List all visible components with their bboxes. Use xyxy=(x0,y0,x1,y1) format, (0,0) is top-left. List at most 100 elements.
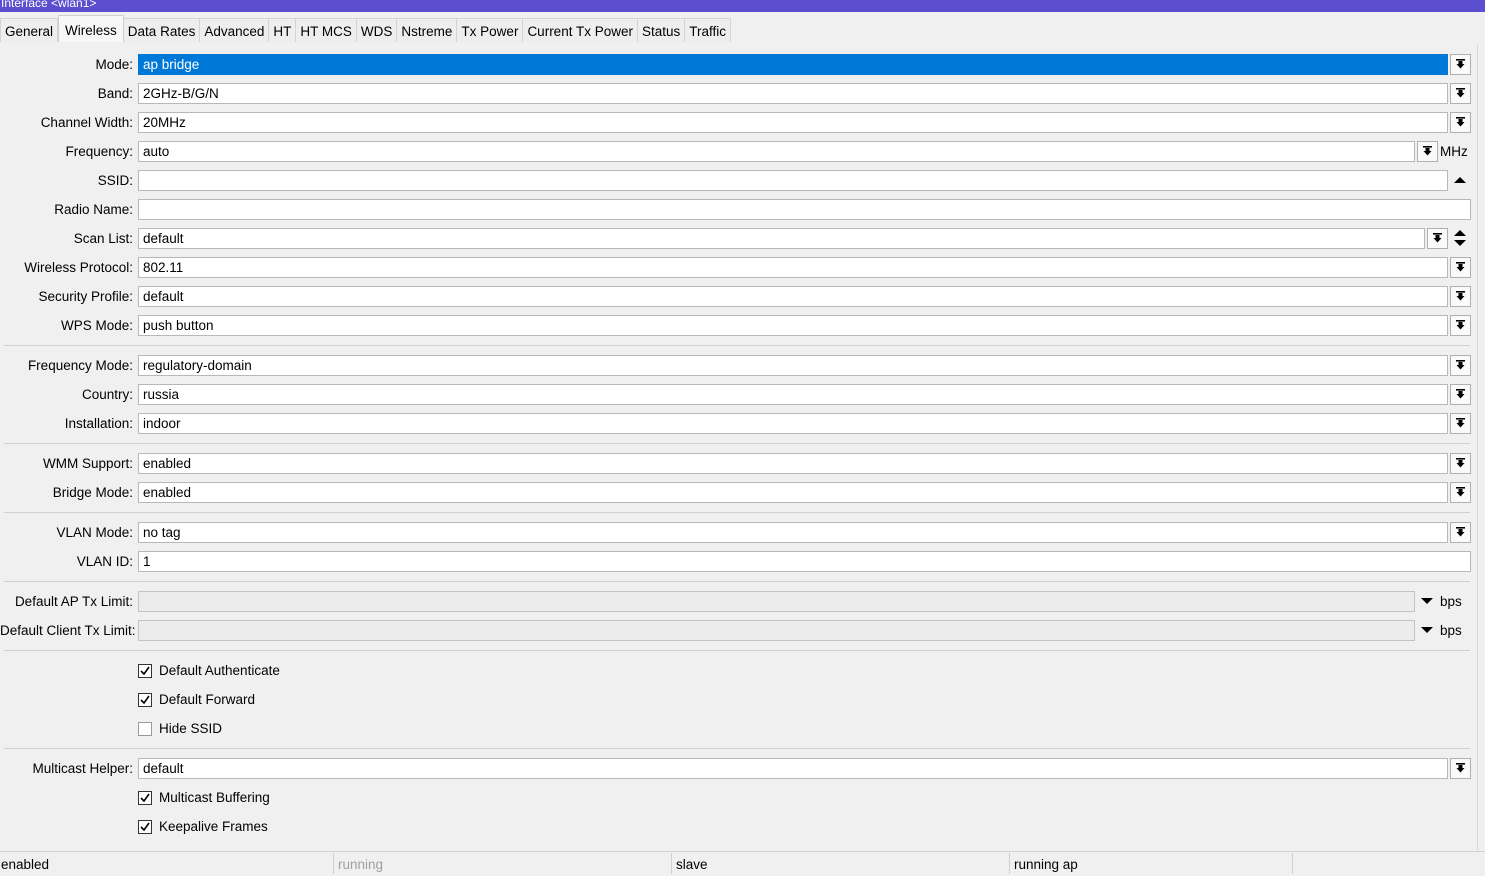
default-client-tx-limit-unit: bps xyxy=(1440,623,1462,638)
wireless-protocol-dropdown-button[interactable] xyxy=(1450,257,1471,278)
hide-ssid-label: Hide SSID xyxy=(159,721,223,736)
tab-nstreme[interactable]: Nstreme xyxy=(397,18,458,42)
frequency-select[interactable]: auto xyxy=(138,141,1415,162)
bridge-mode-dropdown-button[interactable] xyxy=(1450,482,1471,503)
section-divider xyxy=(4,748,1470,749)
multicast-buffering-checkbox[interactable]: Multicast Buffering xyxy=(138,787,270,808)
band-select[interactable]: 2GHz-B/G/N xyxy=(138,83,1448,104)
add-remove-updown-icon[interactable] xyxy=(1454,229,1466,247)
wireless-protocol-select[interactable]: 802.11 xyxy=(138,257,1448,278)
ssid-label: SSID: xyxy=(97,173,133,188)
checkmark-icon xyxy=(140,793,150,802)
default-client-tx-limit-label: Default Client Tx Limit: xyxy=(0,623,136,638)
wmm-support-label: WMM Support: xyxy=(42,456,133,471)
vlan-id-input[interactable]: 1 xyxy=(138,551,1471,572)
frequency-mode-select[interactable]: regulatory-domain xyxy=(138,355,1448,376)
multicast-helper-dropdown-button[interactable] xyxy=(1450,758,1471,779)
scan-list-dropdown-button[interactable] xyxy=(1427,228,1448,249)
default-ap-tx-limit-label: Default AP Tx Limit: xyxy=(14,594,133,609)
tab-advanced[interactable]: Advanced xyxy=(200,18,270,42)
frequency-mode-dropdown-button[interactable] xyxy=(1450,355,1471,376)
multicast-helper-select[interactable]: default xyxy=(138,758,1448,779)
wps-mode-select[interactable]: push button xyxy=(138,315,1448,336)
dropdown-arrow-icon xyxy=(1456,527,1465,537)
wmm-support-dropdown-button[interactable] xyxy=(1450,453,1471,474)
dropdown-arrow-icon xyxy=(1456,291,1465,301)
radio-name-label: Radio Name: xyxy=(54,202,133,217)
default-forward-label: Default Forward xyxy=(159,692,256,707)
multicast-buffering-label: Multicast Buffering xyxy=(159,790,270,805)
wmm-support-select[interactable]: enabled xyxy=(138,453,1448,474)
checkmark-icon xyxy=(140,695,150,704)
vlan-mode-label: VLAN Mode: xyxy=(56,525,133,540)
collapse-up-icon[interactable] xyxy=(1454,176,1466,184)
tab-traffic[interactable]: Traffic xyxy=(685,18,732,42)
tab-current-tx-power[interactable]: Current Tx Power xyxy=(523,18,638,42)
security-profile-label: Security Profile: xyxy=(38,289,133,304)
wireless-protocol-label: Wireless Protocol: xyxy=(24,260,133,275)
expand-down-icon[interactable] xyxy=(1421,626,1433,634)
window-title-bar[interactable]: Interface <wlan1> xyxy=(0,0,1485,12)
expand-down-icon[interactable] xyxy=(1421,597,1433,605)
status-slave: slave xyxy=(672,853,1010,874)
wps-mode-dropdown-button[interactable] xyxy=(1450,315,1471,336)
installation-dropdown-button[interactable] xyxy=(1450,413,1471,434)
mode-dropdown-button[interactable] xyxy=(1450,54,1471,75)
section-divider xyxy=(4,345,1470,346)
dropdown-arrow-icon xyxy=(1456,88,1465,98)
tab-wireless[interactable]: Wireless xyxy=(58,15,124,42)
default-ap-tx-limit-unit: bps xyxy=(1440,594,1462,609)
frequency-unit: MHz xyxy=(1440,144,1468,159)
section-divider xyxy=(4,443,1470,444)
window-title: Interface <wlan1> xyxy=(1,0,97,10)
bridge-mode-select[interactable]: enabled xyxy=(138,482,1448,503)
dropdown-arrow-icon xyxy=(1456,117,1465,127)
security-profile-select[interactable]: default xyxy=(138,286,1448,307)
band-label: Band: xyxy=(97,86,133,101)
country-select[interactable]: russia xyxy=(138,384,1448,405)
country-dropdown-button[interactable] xyxy=(1450,384,1471,405)
tab-tx-power[interactable]: Tx Power xyxy=(457,18,524,42)
default-authenticate-label: Default Authenticate xyxy=(159,663,280,678)
tab-ht[interactable]: HT xyxy=(269,18,297,42)
security-profile-dropdown-button[interactable] xyxy=(1450,286,1471,307)
default-client-tx-limit-input[interactable] xyxy=(138,620,1415,641)
vlan-mode-select[interactable]: no tag xyxy=(138,522,1448,543)
default-authenticate-checkbox[interactable]: Default Authenticate xyxy=(138,660,280,681)
multicast-helper-label: Multicast Helper: xyxy=(32,761,133,776)
tab-ht-mcs[interactable]: HT MCS xyxy=(296,18,357,42)
keepalive-frames-checkbox[interactable]: Keepalive Frames xyxy=(138,816,268,837)
dropdown-arrow-icon xyxy=(1456,59,1465,69)
scan-list-select[interactable]: default xyxy=(138,228,1425,249)
channel-width-label: Channel Width: xyxy=(40,115,133,130)
radio-name-input[interactable] xyxy=(138,199,1471,220)
frequency-dropdown-button[interactable] xyxy=(1417,141,1438,162)
band-dropdown-button[interactable] xyxy=(1450,83,1471,104)
hide-ssid-checkbox[interactable]: Hide SSID xyxy=(138,718,222,739)
mode-label: Mode: xyxy=(95,57,133,72)
dropdown-arrow-icon xyxy=(1456,487,1465,497)
tab-wds[interactable]: WDS xyxy=(356,18,398,42)
status-enabled: enabled xyxy=(0,853,334,874)
bridge-mode-label: Bridge Mode: xyxy=(52,485,133,500)
country-label: Country: xyxy=(81,387,133,402)
frequency-mode-label: Frequency Mode: xyxy=(27,358,133,373)
vlan-id-label: VLAN ID: xyxy=(76,554,133,569)
dropdown-arrow-icon xyxy=(1456,458,1465,468)
dropdown-arrow-icon xyxy=(1456,262,1465,272)
tab-status[interactable]: Status xyxy=(637,18,686,42)
tab-general[interactable]: General xyxy=(0,18,59,42)
vlan-mode-dropdown-button[interactable] xyxy=(1450,522,1471,543)
tab-bar: General Wireless Data Rates Advanced HT … xyxy=(0,15,732,43)
mode-select[interactable]: ap bridge xyxy=(138,54,1448,75)
tab-data-rates[interactable]: Data Rates xyxy=(123,18,201,42)
channel-width-select[interactable]: 20MHz xyxy=(138,112,1448,133)
section-divider xyxy=(4,512,1470,513)
channel-width-dropdown-button[interactable] xyxy=(1450,112,1471,133)
dropdown-arrow-icon xyxy=(1456,763,1465,773)
installation-select[interactable]: indoor xyxy=(138,413,1448,434)
ssid-input[interactable] xyxy=(138,170,1448,191)
default-forward-checkbox[interactable]: Default Forward xyxy=(138,689,255,710)
default-ap-tx-limit-input[interactable] xyxy=(138,591,1415,612)
frequency-label: Frequency: xyxy=(65,144,133,159)
